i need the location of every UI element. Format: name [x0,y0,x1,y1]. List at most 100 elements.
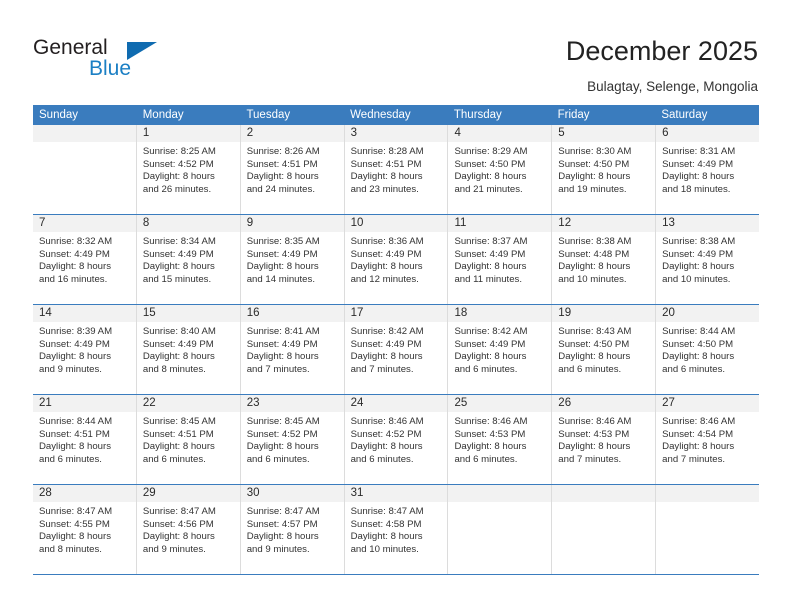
calendar-day-cell[interactable]: 24 Sunrise: 8:46 AM Sunset: 4:52 PM Dayligh… [344,395,449,484]
day-number: 4 [448,125,552,142]
daylight-text: and 9 minutes. [246,543,310,555]
daylight-text: Daylight: 8 hours [662,441,735,453]
calendar-week-cells: 28 Sunrise: 8:47 AM Sunset: 4:55 PM Dayligh… [33,485,760,574]
sunset-text: Sunset: 4:50 PM [558,158,630,170]
calendar-day-cell[interactable]: 20 Sunrise: 8:44 AM Sunset: 4:50 PM Dayligh… [656,305,760,394]
sunrise-text: Sunrise: 8:35 AM [246,236,320,247]
calendar-day-cell[interactable]: 11 Sunrise: 8:37 AM Sunset: 4:49 PM Dayligh… [448,215,553,304]
day-number: 12 [552,215,656,232]
calendar-day-cell[interactable]: 9 Sunrise: 8:35 AM Sunset: 4:49 PM Daylight… [240,215,345,304]
day-number: 13 [656,215,760,232]
calendar-day-cell[interactable]: 30 Sunrise: 8:47 AM Sunset: 4:57 PM Dayligh… [240,485,345,574]
calendar-week-row: 28 Sunrise: 8:47 AM Sunset: 4:55 PM Dayligh… [33,484,760,574]
day-number: 5 [552,125,656,142]
day-details: Sunrise: 8:45 AM Sunset: 4:52 PM Daylight:… [241,412,344,471]
day-number [552,485,656,502]
day-details: Sunrise: 8:31 AM Sunset: 4:49 PM Daylight:… [656,142,759,201]
daylight-text: Daylight: 8 hours [39,441,111,453]
daylight-text: Daylight: 8 hours [662,351,735,363]
calendar-day-cell[interactable]: 13 Sunrise: 8:38 AM Sunset: 4:49 PM Dayligh… [656,215,760,304]
calendar-day-cell[interactable]: 17 Sunrise: 8:42 AM Sunset: 4:49 PM Dayligh… [344,305,449,394]
sunset-text: Sunset: 4:54 PM [662,428,734,440]
calendar-empty-cell [448,485,553,574]
calendar-week-row: 14 Sunrise: 8:39 AM Sunset: 4:49 PM Dayligh… [33,304,760,394]
daylight-text: and 19 minutes. [558,183,627,195]
day-details [552,502,655,511]
calendar-empty-cell [552,485,657,574]
calendar-day-cell[interactable]: 16 Sunrise: 8:41 AM Sunset: 4:49 PM Dayligh… [240,305,345,394]
day-number: 28 [33,485,136,502]
calendar-day-cell[interactable]: 22 Sunrise: 8:45 AM Sunset: 4:51 PM Dayligh… [136,395,241,484]
daylight-text: Daylight: 8 hours [246,171,319,183]
calendar-day-cell[interactable]: 15 Sunrise: 8:40 AM Sunset: 4:49 PM Dayligh… [136,305,241,394]
daylight-text: and 7 minutes. [662,453,726,465]
daylight-text: Daylight: 8 hours [350,441,423,453]
sunset-text: Sunset: 4:50 PM [662,338,734,350]
day-number: 20 [656,305,760,322]
calendar-day-cell[interactable]: 12 Sunrise: 8:38 AM Sunset: 4:48 PM Dayligh… [552,215,657,304]
sunrise-text: Sunrise: 8:38 AM [558,236,632,247]
day-details: Sunrise: 8:39 AM Sunset: 4:49 PM Daylight:… [33,322,136,381]
calendar-day-cell[interactable]: 14 Sunrise: 8:39 AM Sunset: 4:49 PM Dayligh… [33,305,137,394]
calendar-day-cell[interactable]: 23 Sunrise: 8:45 AM Sunset: 4:52 PM Dayligh… [240,395,345,484]
calendar-day-cell[interactable]: 10 Sunrise: 8:36 AM Sunset: 4:49 PM Dayligh… [344,215,449,304]
daylight-text: and 24 minutes. [246,183,315,195]
calendar-day-cell[interactable]: 18 Sunrise: 8:42 AM Sunset: 4:49 PM Dayligh… [448,305,553,394]
daylight-text: Daylight: 8 hours [558,171,631,183]
sunrise-text: Sunrise: 8:31 AM [662,146,736,157]
calendar-day-cell[interactable]: 28 Sunrise: 8:47 AM Sunset: 4:55 PM Dayligh… [33,485,137,574]
daylight-text: and 10 minutes. [558,273,627,285]
calendar-day-cell[interactable]: 31 Sunrise: 8:47 AM Sunset: 4:58 PM Dayligh… [344,485,449,574]
calendar-day-cell[interactable]: 3 Sunrise: 8:28 AM Sunset: 4:51 PM Daylight… [344,125,449,214]
calendar-week-cells: 21 Sunrise: 8:44 AM Sunset: 4:51 PM Dayligh… [33,395,760,484]
day-details: Sunrise: 8:47 AM Sunset: 4:56 PM Daylight:… [137,502,240,561]
daylight-text: and 8 minutes. [142,363,206,375]
calendar-day-cell[interactable]: 19 Sunrise: 8:43 AM Sunset: 4:50 PM Dayligh… [552,305,657,394]
calendar-day-cell[interactable]: 21 Sunrise: 8:44 AM Sunset: 4:51 PM Dayligh… [33,395,137,484]
daylight-text: and 6 minutes. [350,453,414,465]
daylight-text: and 15 minutes. [142,273,212,285]
day-details: Sunrise: 8:45 AM Sunset: 4:51 PM Daylight:… [137,412,240,471]
daylight-text: and 16 minutes. [39,273,108,285]
calendar-day-cell[interactable]: 5 Sunrise: 8:30 AM Sunset: 4:50 PM Daylight… [552,125,657,214]
day-details: Sunrise: 8:26 AM Sunset: 4:51 PM Daylight:… [241,142,344,201]
triangle-icon [127,42,157,60]
daylight-text: Daylight: 8 hours [39,261,111,273]
sunset-text: Sunset: 4:58 PM [350,518,422,530]
sunset-text: Sunset: 4:49 PM [39,248,110,260]
day-number: 29 [136,485,240,502]
calendar-day-cell[interactable]: 7 Sunrise: 8:32 AM Sunset: 4:49 PM Daylight… [33,215,137,304]
calendar-day-cell[interactable]: 4 Sunrise: 8:29 AM Sunset: 4:50 PM Daylight… [448,125,553,214]
day-number: 11 [448,215,552,232]
sunset-text: Sunset: 4:49 PM [454,338,526,350]
calendar-day-cell[interactable]: 29 Sunrise: 8:47 AM Sunset: 4:56 PM Dayligh… [136,485,241,574]
daylight-text: Daylight: 8 hours [142,531,215,543]
sunrise-text: Sunrise: 8:32 AM [39,236,113,247]
day-number: 14 [33,305,136,322]
day-details: Sunrise: 8:38 AM Sunset: 4:48 PM Daylight:… [552,232,655,291]
sunrise-text: Sunrise: 8:26 AM [246,146,320,157]
daylight-text: and 6 minutes. [142,453,206,465]
weekday-header-saturday: Saturday [661,109,708,121]
day-details [656,502,759,511]
calendar-day-cell[interactable]: 8 Sunrise: 8:34 AM Sunset: 4:49 PM Daylight… [136,215,241,304]
day-number: 18 [448,305,552,322]
calendar-week-row: 1 Sunrise: 8:25 AM Sunset: 4:52 PM Daylight… [33,125,760,214]
sunrise-text: Sunrise: 8:25 AM [142,146,216,157]
daylight-text: Daylight: 8 hours [558,261,631,273]
sunset-text: Sunset: 4:50 PM [558,338,630,350]
calendar-day-cell[interactable]: 6 Sunrise: 8:31 AM Sunset: 4:49 PM Daylight… [656,125,760,214]
calendar-day-cell[interactable]: 27 Sunrise: 8:46 AM Sunset: 4:54 PM Dayligh… [656,395,760,484]
daylight-text: Daylight: 8 hours [350,171,423,183]
sunrise-text: Sunrise: 8:43 AM [558,326,632,337]
calendar-day-cell[interactable]: 25 Sunrise: 8:46 AM Sunset: 4:53 PM Dayligh… [448,395,553,484]
day-number: 6 [656,125,760,142]
calendar-day-cell[interactable]: 26 Sunrise: 8:46 AM Sunset: 4:53 PM Dayligh… [552,395,657,484]
day-number: 2 [240,125,344,142]
brand-logo[interactable]: General Blue [33,36,233,88]
day-details: Sunrise: 8:35 AM Sunset: 4:49 PM Daylight:… [241,232,344,291]
day-number: 1 [136,125,240,142]
calendar-day-cell[interactable]: 2 Sunrise: 8:26 AM Sunset: 4:51 PM Daylight… [240,125,345,214]
daylight-text: Daylight: 8 hours [142,351,215,363]
calendar-day-cell[interactable]: 1 Sunrise: 8:25 AM Sunset: 4:52 PM Daylight… [136,125,241,214]
